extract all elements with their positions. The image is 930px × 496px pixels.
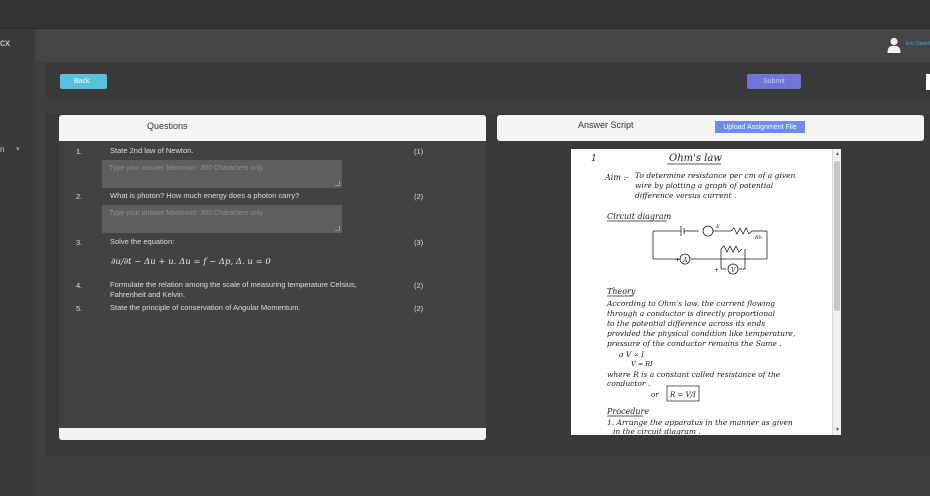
script-aim-line: To determine resistance per cm of a give… bbox=[635, 171, 796, 180]
user-icon[interactable] bbox=[887, 37, 901, 53]
script-theory-line: According to Ohm's law, the current flow… bbox=[606, 299, 775, 308]
question-number: 2. bbox=[76, 192, 83, 201]
answer-panel: Answer Script Upload Assignment File 1 O… bbox=[497, 115, 924, 440]
question-marks-2: (2) bbox=[414, 192, 424, 201]
questions-panel: Questions 1. State 2nd law of Newton. (1… bbox=[59, 115, 486, 440]
script-aim-line: wire by plotting a graph of potential bbox=[635, 181, 774, 190]
svg-text:Rh: Rh bbox=[754, 235, 762, 241]
script-procedure-label: Procedure bbox=[606, 407, 649, 416]
answer-field-wrapper bbox=[102, 205, 342, 233]
chevron-down-icon[interactable]: ▾ bbox=[16, 145, 20, 153]
script-page-number: 1 bbox=[591, 154, 597, 164]
circuit-diagram bbox=[652, 225, 768, 275]
submit-button[interactable]: Submit bbox=[747, 74, 801, 89]
brand-logo-text[interactable]: cx bbox=[0, 38, 10, 49]
script-theory-line: pressure of the conductor remains the Sa… bbox=[607, 339, 782, 348]
sidebar-item-label[interactable]: n bbox=[0, 145, 4, 154]
question-text: State the principle of conservation of A… bbox=[110, 303, 301, 312]
question-number: 4. bbox=[76, 281, 83, 290]
resize-grip-icon[interactable] bbox=[335, 226, 340, 231]
top-bar bbox=[0, 0, 930, 29]
script-where-line: conductor . bbox=[607, 379, 650, 388]
answer-panel-header: Answer Script Upload Assignment File bbox=[497, 115, 924, 141]
back-button[interactable]: Back bbox=[60, 74, 107, 89]
toolbar-strip bbox=[46, 100, 930, 114]
script-theory-line: through a conductor is directly proporti… bbox=[607, 309, 776, 318]
scroll-thumb[interactable] bbox=[834, 161, 840, 311]
header-bar bbox=[35, 29, 930, 62]
question-marks-1: (1) bbox=[414, 147, 424, 156]
script-theory-line: to the potential difference across its e… bbox=[607, 319, 765, 328]
question-text: State 2nd law of Newton. bbox=[110, 146, 194, 155]
sidebar bbox=[0, 29, 35, 496]
equation: ∂u/∂t − Δu + u. Δu = f − Δp, Δ. u = 0 bbox=[111, 257, 271, 267]
script-theory-line: provided the physical condition like tem… bbox=[607, 329, 795, 338]
script-equation-line: V = RI bbox=[631, 360, 653, 368]
question-text: Solve the equation: bbox=[110, 237, 175, 246]
svg-text:V: V bbox=[731, 267, 736, 274]
question-marks-5: (2) bbox=[414, 304, 424, 313]
script-procedure-line: 1. Arrange the apparatus in the manner a… bbox=[607, 418, 793, 427]
script-heading: Ohm's law bbox=[669, 153, 722, 164]
script-aim-label: Aim :- bbox=[604, 173, 629, 182]
answer-script-viewer[interactable]: 1 Ohm's law Aim :- To determine resistan… bbox=[571, 149, 841, 435]
question-text: Formulate the relation among the scale o… bbox=[110, 280, 357, 299]
script-formula: R = V/I bbox=[669, 391, 696, 399]
question-number: 3. bbox=[76, 238, 83, 247]
questions-title: Questions bbox=[147, 121, 188, 131]
questions-panel-footer bbox=[59, 428, 486, 440]
upload-assignment-button[interactable]: Upload Assignment File bbox=[715, 121, 805, 133]
script-scrollbar[interactable]: ▲ ▼ bbox=[832, 149, 841, 435]
resize-grip-icon[interactable] bbox=[335, 181, 340, 186]
handwritten-script-page: 1 Ohm's law Aim :- To determine resistan… bbox=[591, 153, 796, 435]
svg-text:K: K bbox=[715, 224, 720, 230]
svg-text:A: A bbox=[682, 257, 688, 264]
scroll-up-icon[interactable]: ▲ bbox=[835, 151, 840, 157]
answer-script-title: Answer Script bbox=[578, 120, 634, 130]
edge-fragment bbox=[926, 74, 930, 90]
script-where-line: where R is a constant called resistance … bbox=[607, 370, 781, 379]
question-marks-3: (3) bbox=[414, 238, 424, 247]
script-aim-line: difference versus current . bbox=[635, 191, 736, 200]
scroll-down-icon[interactable]: ▼ bbox=[835, 427, 840, 433]
answer-field-wrapper bbox=[102, 160, 342, 188]
user-name-link[interactable]: Eric Danielsen bbox=[906, 41, 930, 47]
answer-input-1[interactable] bbox=[102, 160, 342, 188]
script-procedure-line: in the circuit diagram . bbox=[613, 427, 701, 435]
question-number: 5. bbox=[76, 304, 83, 313]
question-marks-4: (2) bbox=[414, 281, 424, 290]
script-proportional-line: a V ∝ I bbox=[619, 350, 645, 359]
svg-text:+: + bbox=[675, 257, 680, 264]
answer-input-2[interactable] bbox=[102, 205, 342, 233]
script-theory-label: Theory bbox=[607, 287, 636, 296]
question-text: What is photon? How much energy does a p… bbox=[110, 191, 300, 200]
svg-text:+: + bbox=[714, 267, 719, 274]
script-circuit-label: Circuit diagram bbox=[607, 212, 672, 221]
script-or-label: or bbox=[651, 391, 659, 399]
question-number: 1. bbox=[76, 147, 83, 156]
questions-panel-header: Questions bbox=[59, 115, 486, 141]
